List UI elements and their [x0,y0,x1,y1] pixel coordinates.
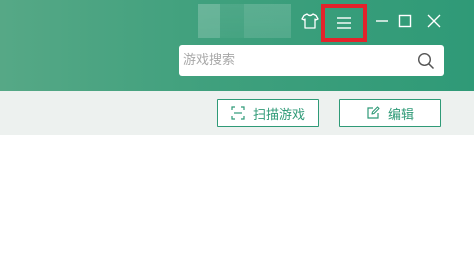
scan-games-label: 扫描游戏 [252,107,305,123]
minimize-icon[interactable] [371,10,393,32]
edit-button[interactable]: 编辑 [339,99,441,127]
avatar-area [198,4,291,38]
edit-icon [366,106,380,120]
maximize-icon[interactable] [394,10,416,32]
search-icon[interactable] [414,49,438,73]
title-bar [0,0,474,91]
menu-icon[interactable] [325,8,363,38]
close-icon[interactable] [423,10,445,32]
search-box [179,45,444,76]
edit-label: 编辑 [387,107,414,123]
toolbar: 扫描游戏 编辑 [0,91,474,135]
scan-icon [231,106,245,120]
scan-games-button[interactable]: 扫描游戏 [217,99,319,127]
search-input[interactable] [183,45,407,76]
skin-shirt-icon[interactable] [299,10,321,32]
